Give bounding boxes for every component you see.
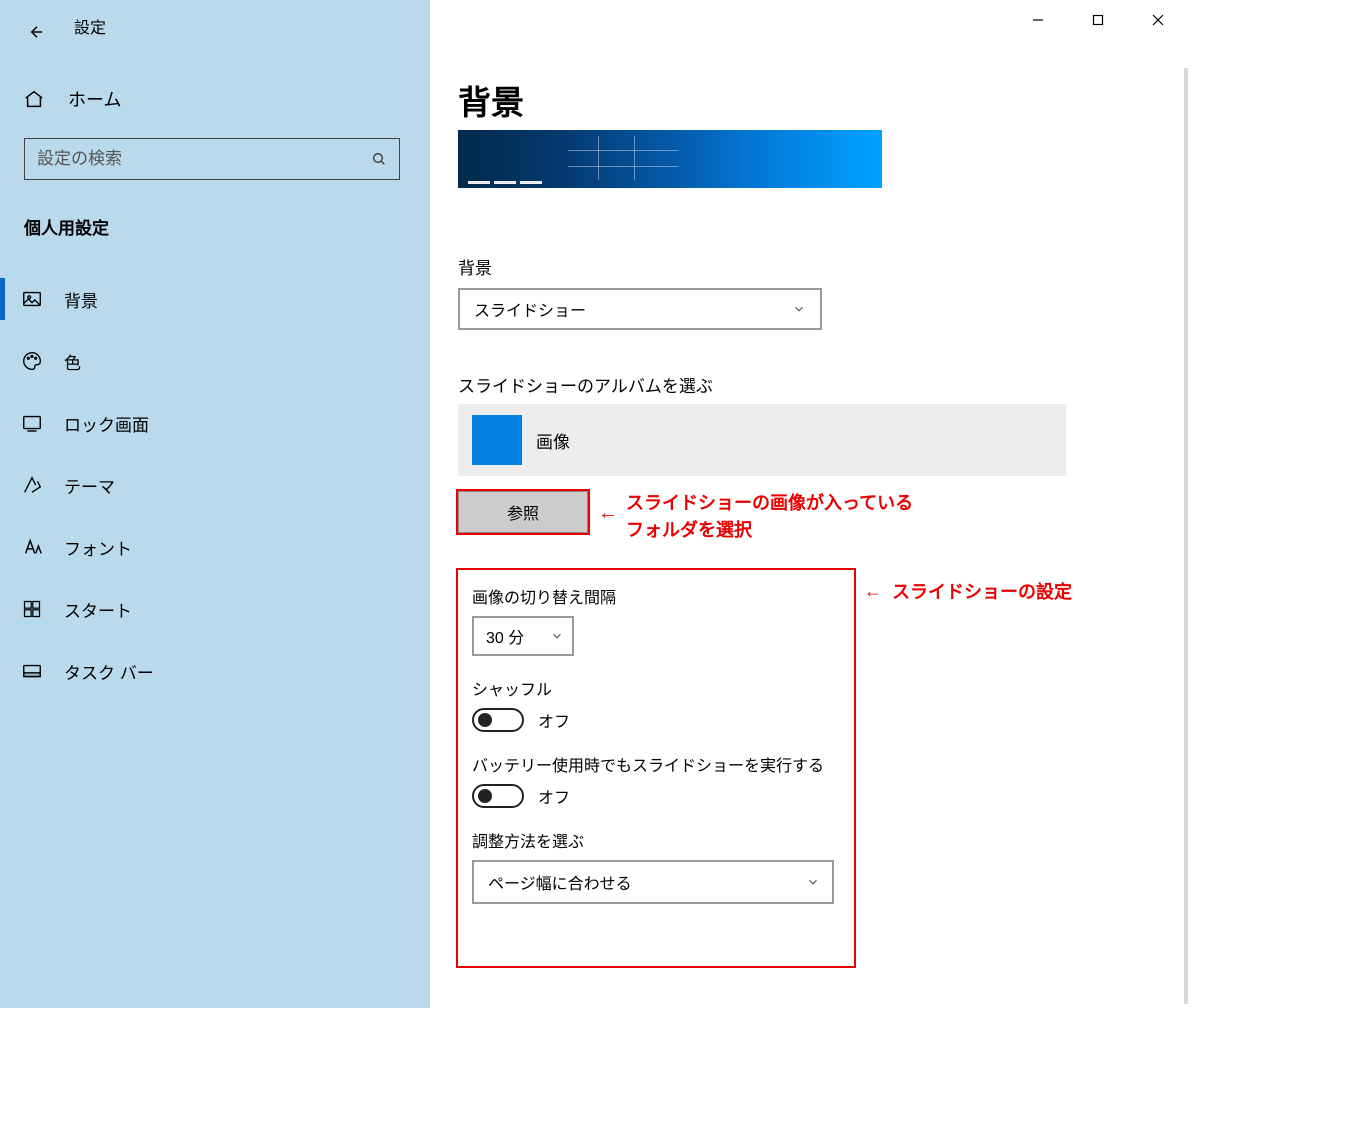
album-name: 画像	[536, 428, 570, 453]
minimize-button[interactable]	[1008, 0, 1068, 40]
browse-button[interactable]: 参照	[458, 491, 588, 533]
background-dropdown-value: スライドショー	[474, 297, 586, 321]
fit-label: 調整方法を選ぶ	[472, 828, 840, 852]
sidebar-item-label: 背景	[64, 287, 98, 312]
sidebar-item-lockscreen[interactable]: ロック画面	[0, 392, 430, 454]
sidebar: 設定 ホーム 個人用設定 背景	[0, 0, 430, 1008]
fit-value: ページ幅に合わせる	[488, 870, 632, 894]
sidebar-item-label: タスク バー	[64, 659, 154, 684]
close-icon	[1152, 14, 1164, 26]
browse-button-label: 参照	[507, 500, 539, 524]
taskbar-icon	[20, 659, 44, 683]
chevron-down-icon	[792, 302, 806, 316]
minimize-icon	[1032, 14, 1044, 26]
vertical-scrollbar[interactable]	[1184, 68, 1188, 1004]
search-box[interactable]	[24, 138, 400, 180]
shuffle-value: オフ	[538, 708, 570, 732]
sidebar-item-colors[interactable]: 色	[0, 330, 430, 392]
shuffle-toggle[interactable]	[472, 708, 524, 732]
sidebar-item-background[interactable]: 背景	[0, 268, 430, 330]
lockscreen-icon	[20, 411, 44, 435]
fit-dropdown[interactable]: ページ幅に合わせる	[472, 860, 834, 904]
start-icon	[20, 597, 44, 621]
sidebar-item-fonts[interactable]: フォント	[0, 516, 430, 578]
sidebar-item-label: フォント	[64, 535, 132, 560]
chevron-down-icon	[806, 875, 820, 889]
home-icon	[22, 87, 46, 111]
home-label: ホーム	[68, 86, 121, 112]
page-title: 背景	[458, 76, 524, 124]
annotation-slideshow: ← スライドショーの設定	[864, 578, 1072, 604]
sidebar-nav: 背景 色 ロック画面 テーマ	[0, 268, 430, 702]
arrow-left-icon	[28, 23, 46, 41]
app-title: 設定	[74, 14, 106, 38]
background-dropdown[interactable]: スライドショー	[458, 288, 822, 330]
shuffle-label: シャッフル	[472, 676, 840, 700]
back-button[interactable]	[16, 12, 58, 52]
battery-toggle[interactable]	[472, 784, 524, 808]
picture-icon	[20, 287, 44, 311]
search-input[interactable]	[25, 149, 359, 169]
arrow-left-red-icon: ←	[864, 581, 882, 602]
main-content: 背景 背景 スライドショー スライドショーのアルバムを選ぶ 画像 参照 ← スラ…	[430, 0, 1188, 1008]
background-preview	[458, 130, 882, 188]
chevron-down-icon	[550, 629, 564, 643]
interval-dropdown[interactable]: 30 分	[472, 616, 574, 656]
album-label: スライドショーのアルバムを選ぶ	[458, 372, 713, 397]
theme-icon	[20, 473, 44, 497]
sidebar-category-title: 個人用設定	[24, 214, 109, 239]
interval-label: 画像の切り替え間隔	[472, 584, 840, 608]
album-thumbnail	[472, 415, 522, 465]
sidebar-item-label: スタート	[64, 597, 132, 622]
sidebar-item-start[interactable]: スタート	[0, 578, 430, 640]
font-icon	[20, 535, 44, 559]
search-icon	[359, 139, 399, 179]
sidebar-item-themes[interactable]: テーマ	[0, 454, 430, 516]
interval-value: 30 分	[486, 624, 524, 648]
slideshow-settings-group: 画像の切り替え間隔 30 分 シャッフル オフ バッテリー使用時でもスライドショ…	[456, 568, 856, 968]
sidebar-item-home[interactable]: ホーム	[18, 78, 125, 120]
battery-value: オフ	[538, 784, 570, 808]
annotation-browse: ← スライドショーの画像が入っている フォルダを選択	[598, 490, 913, 544]
maximize-icon	[1092, 14, 1104, 26]
battery-label: バッテリー使用時でもスライドショーを実行する	[472, 752, 840, 776]
sidebar-item-label: テーマ	[64, 473, 115, 498]
sidebar-item-label: 色	[64, 349, 81, 374]
sidebar-item-taskbar[interactable]: タスク バー	[0, 640, 430, 702]
album-tile[interactable]: 画像	[458, 404, 1066, 476]
arrow-left-red-icon: ←	[598, 500, 618, 526]
close-button[interactable]	[1128, 0, 1188, 40]
sidebar-item-label: ロック画面	[64, 411, 149, 436]
maximize-button[interactable]	[1068, 0, 1128, 40]
background-dropdown-label: 背景	[458, 254, 492, 279]
palette-icon	[20, 349, 44, 373]
